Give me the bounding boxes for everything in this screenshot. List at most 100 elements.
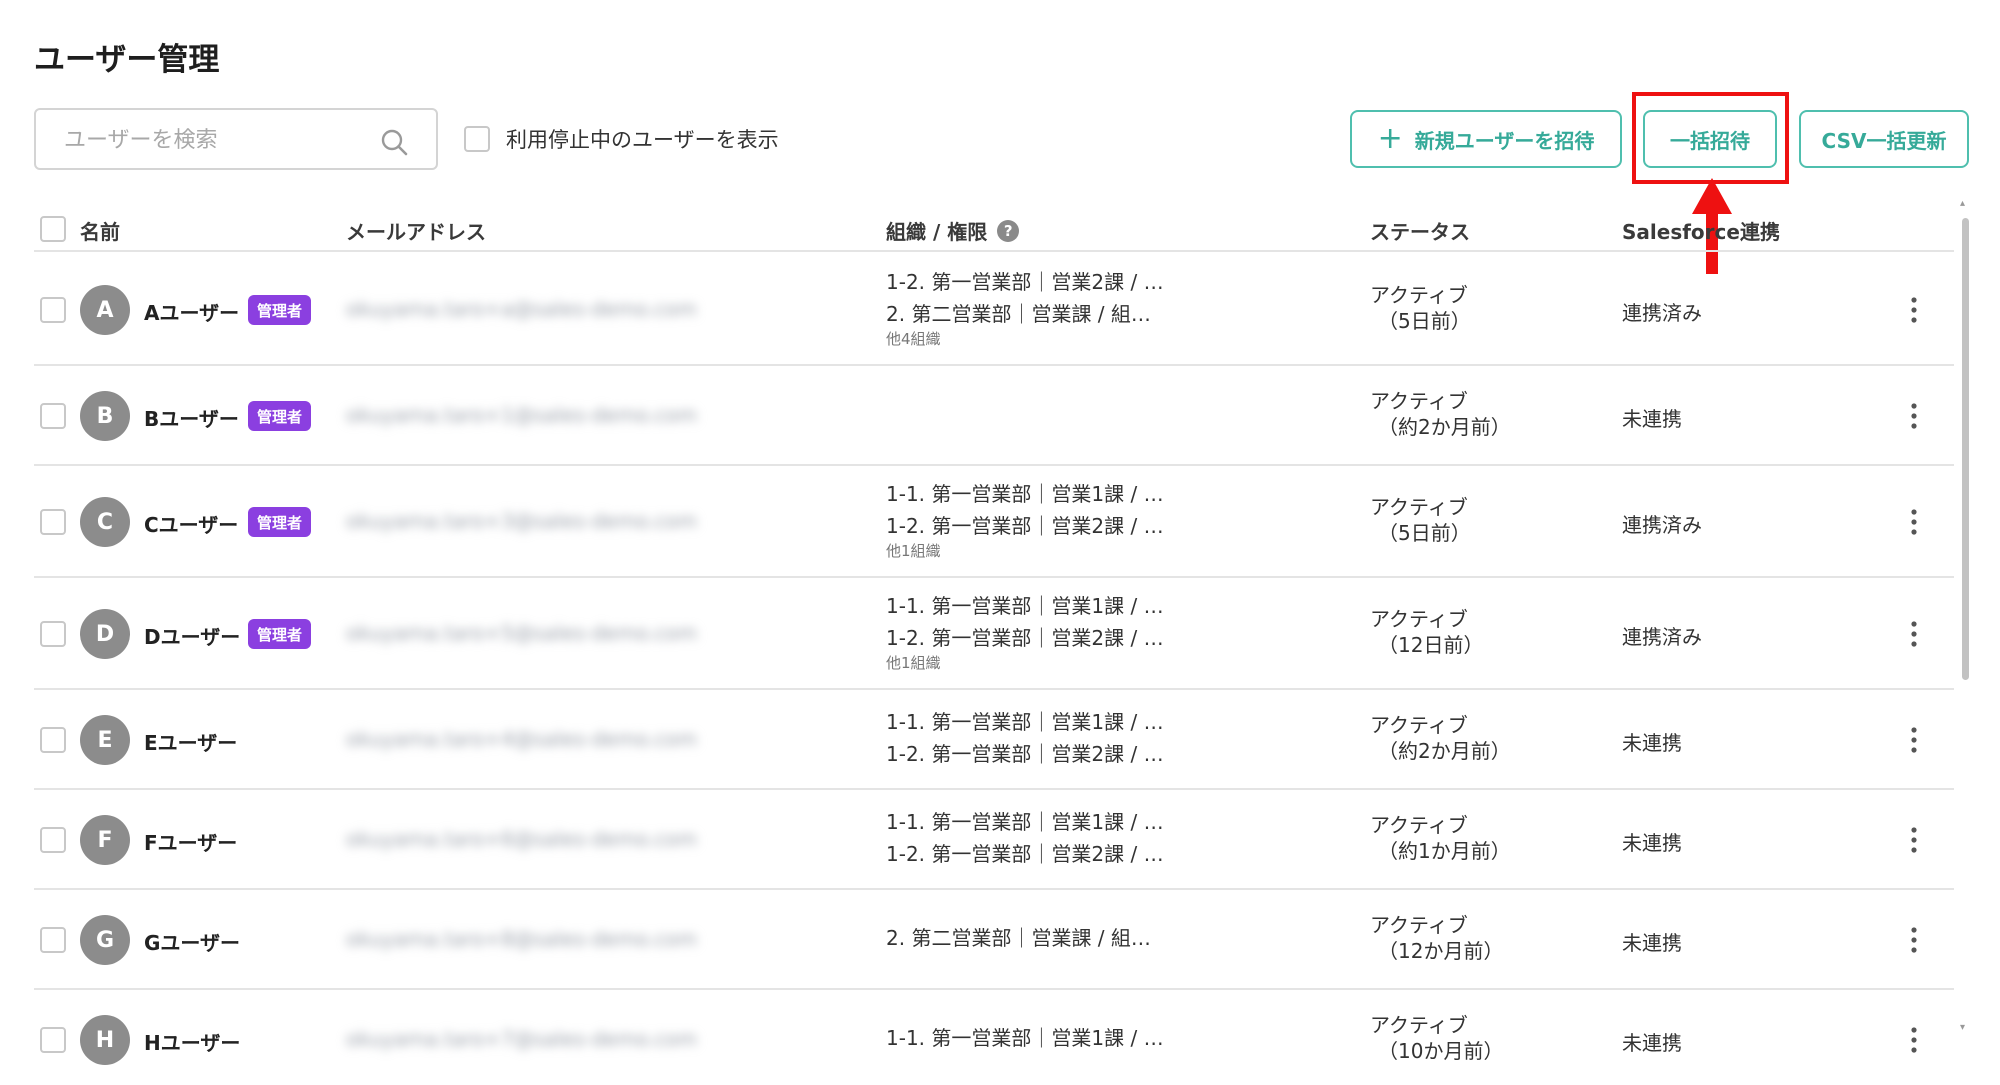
status-label: アクティブ (1370, 495, 1468, 519)
user-name[interactable]: Gユーザー (144, 927, 240, 956)
table-row[interactable]: A Aユーザー 管理者 okuyama.taro+a@sales-demo.com 1-… (34, 254, 1954, 366)
scroll-down-icon[interactable]: ▾ (1960, 1022, 1965, 1033)
org-cell: 2. 第二営業部｜営業課 / 組… (886, 922, 1176, 954)
column-header-org-label: 組織 / 権限 (886, 220, 988, 244)
user-name[interactable]: Hユーザー (144, 1027, 240, 1056)
org-more[interactable]: 他4組織 (886, 330, 1176, 348)
scroll-up-icon[interactable]: ▴ (1960, 198, 1965, 209)
salesforce-status: 未連携 (1622, 731, 1682, 755)
admin-badge: 管理者 (248, 295, 312, 325)
status-label: アクティブ (1370, 389, 1468, 413)
admin-badge: 管理者 (248, 619, 312, 649)
table-row[interactable]: F Fユーザー okuyama.taro+6@sales-demo.com 1-1. … (34, 790, 1954, 890)
status-label: アクティブ (1370, 607, 1468, 631)
row-checkbox[interactable] (40, 1027, 66, 1053)
row-checkbox[interactable] (40, 403, 66, 429)
user-name[interactable]: Eユーザー (144, 727, 237, 756)
status-cell: アクティブ （12か月前） (1370, 912, 1503, 964)
show-suspended-checkbox[interactable] (464, 126, 490, 152)
org-line: 1-1. 第一営業部｜営業1課 / メ… (886, 810, 1176, 834)
org-cell: 1-2. 第一営業部｜営業2課 / 組… 2. 第二営業部｜営業課 / 組… 他4組… (886, 266, 1176, 348)
admin-badge: 管理者 (248, 401, 312, 431)
org-cell: 1-1. 第一営業部｜営業1課 / メ… 1-2. 第一営業部｜営業2課 / メ…… (886, 590, 1176, 672)
status-cell: アクティブ （10か月前） (1370, 1012, 1503, 1064)
row-checkbox[interactable] (40, 727, 66, 753)
user-email: okuyama.taro+7@sales-demo.com (346, 1027, 698, 1051)
user-email: okuyama.taro+3@sales-demo.com (346, 509, 698, 533)
more-menu-icon[interactable] (1904, 1025, 1924, 1055)
avatar: F (80, 815, 130, 865)
row-checkbox[interactable] (40, 927, 66, 953)
column-header-salesforce[interactable]: Salesforce連携 (1622, 216, 1780, 245)
column-header-status[interactable]: ステータス (1370, 216, 1470, 245)
more-menu-icon[interactable] (1904, 725, 1924, 755)
salesforce-status: 未連携 (1622, 1031, 1682, 1055)
user-name[interactable]: Dユーザー (144, 621, 240, 650)
org-cell: 1-1. 第一営業部｜営業1課 / 組… 1-2. 第一営業部｜営業2課 / メ… (886, 706, 1176, 770)
table-row[interactable]: B Bユーザー 管理者 okuyama.taro+1@sales-demo.com ア… (34, 366, 1954, 466)
status-last-active: （5日前） (1378, 521, 1471, 545)
status-label: アクティブ (1370, 913, 1468, 937)
highlight-box (1632, 92, 1789, 184)
status-last-active: （5日前） (1378, 309, 1471, 333)
avatar: D (80, 609, 130, 659)
scrollbar-thumb[interactable] (1962, 218, 1969, 680)
column-header-name[interactable]: 名前 (80, 216, 120, 245)
row-checkbox[interactable] (40, 509, 66, 535)
table-row[interactable]: H Hユーザー okuyama.taro+7@sales-demo.com 1-1. … (34, 990, 1954, 1065)
org-more[interactable]: 他1組織 (886, 654, 1176, 672)
user-name[interactable]: Fユーザー (144, 827, 237, 856)
status-cell: アクティブ （約1か月前） (1370, 812, 1511, 864)
status-last-active: （約2か月前） (1378, 415, 1511, 439)
table-header: 名前 メールアドレス 組織 / 権限 ? ステータス Salesforce連携 (34, 204, 1954, 252)
user-name[interactable]: Bユーザー (144, 403, 239, 432)
csv-bulk-update-button[interactable]: CSV一括更新 (1799, 110, 1969, 168)
table-row[interactable]: G Gユーザー okuyama.taro+8@sales-demo.com 2. 第二… (34, 890, 1954, 990)
org-cell: 1-1. 第一営業部｜営業1課 / メ… 1-2. 第一営業部｜営業2課 / 組… (886, 806, 1176, 870)
more-menu-icon[interactable] (1904, 825, 1924, 855)
avatar: E (80, 715, 130, 765)
column-header-email[interactable]: メールアドレス (346, 216, 486, 245)
more-menu-icon[interactable] (1904, 401, 1924, 431)
status-last-active: （約1か月前） (1378, 839, 1511, 863)
table-row[interactable]: D Dユーザー 管理者 okuyama.taro+5@sales-demo.com 1-… (34, 578, 1954, 690)
status-label: アクティブ (1370, 713, 1468, 737)
row-checkbox[interactable] (40, 297, 66, 323)
invite-new-user-label: 新規ユーザーを招待 (1414, 128, 1595, 153)
row-checkbox[interactable] (40, 621, 66, 647)
more-menu-icon[interactable] (1904, 295, 1924, 325)
avatar: C (80, 497, 130, 547)
more-menu-icon[interactable] (1904, 619, 1924, 649)
invite-new-user-button[interactable]: + 新規ユーザーを招待 (1350, 110, 1622, 168)
user-email: okuyama.taro+1@sales-demo.com (346, 403, 698, 427)
show-suspended-toggle[interactable]: 利用停止中のユーザーを表示 (464, 124, 779, 154)
more-menu-icon[interactable] (1904, 507, 1924, 537)
status-cell: アクティブ （約2か月前） (1370, 388, 1511, 440)
org-line: 1-1. 第一営業部｜営業1課 / 組… (886, 482, 1176, 507)
avatar: B (80, 391, 130, 441)
salesforce-status: 連携済み (1622, 301, 1702, 325)
select-all-checkbox[interactable] (40, 216, 66, 242)
column-header-org[interactable]: 組織 / 権限 ? (886, 216, 1020, 245)
user-name[interactable]: Cユーザー (144, 509, 238, 538)
table-row[interactable]: C Cユーザー 管理者 okuyama.taro+3@sales-demo.com 1-… (34, 466, 1954, 578)
search-input[interactable] (64, 124, 384, 156)
help-icon[interactable]: ? (997, 219, 1020, 242)
plus-icon: + (1377, 121, 1403, 156)
salesforce-status: 未連携 (1622, 831, 1682, 855)
table-row[interactable]: E Eユーザー okuyama.taro+4@sales-demo.com 1-1. … (34, 690, 1954, 790)
user-email: okuyama.taro+5@sales-demo.com (346, 621, 698, 645)
admin-badge: 管理者 (248, 507, 312, 537)
search-icon[interactable] (380, 128, 408, 156)
org-line: 1-2. 第一営業部｜営業2課 / 組… (886, 842, 1176, 866)
row-checkbox[interactable] (40, 827, 66, 853)
user-name[interactable]: Aユーザー (144, 297, 239, 326)
org-line: 1-2. 第一営業部｜営業2課 / 組… (886, 270, 1176, 295)
org-more[interactable]: 他1組織 (886, 542, 1176, 560)
more-menu-icon[interactable] (1904, 925, 1924, 955)
org-line: 1-2. 第一営業部｜営業2課 / メ… (886, 626, 1176, 651)
csv-bulk-update-label: CSV一括更新 (1821, 128, 1947, 153)
status-cell: アクティブ （5日前） (1370, 282, 1471, 334)
search-box (34, 108, 438, 170)
avatar: G (80, 915, 130, 965)
